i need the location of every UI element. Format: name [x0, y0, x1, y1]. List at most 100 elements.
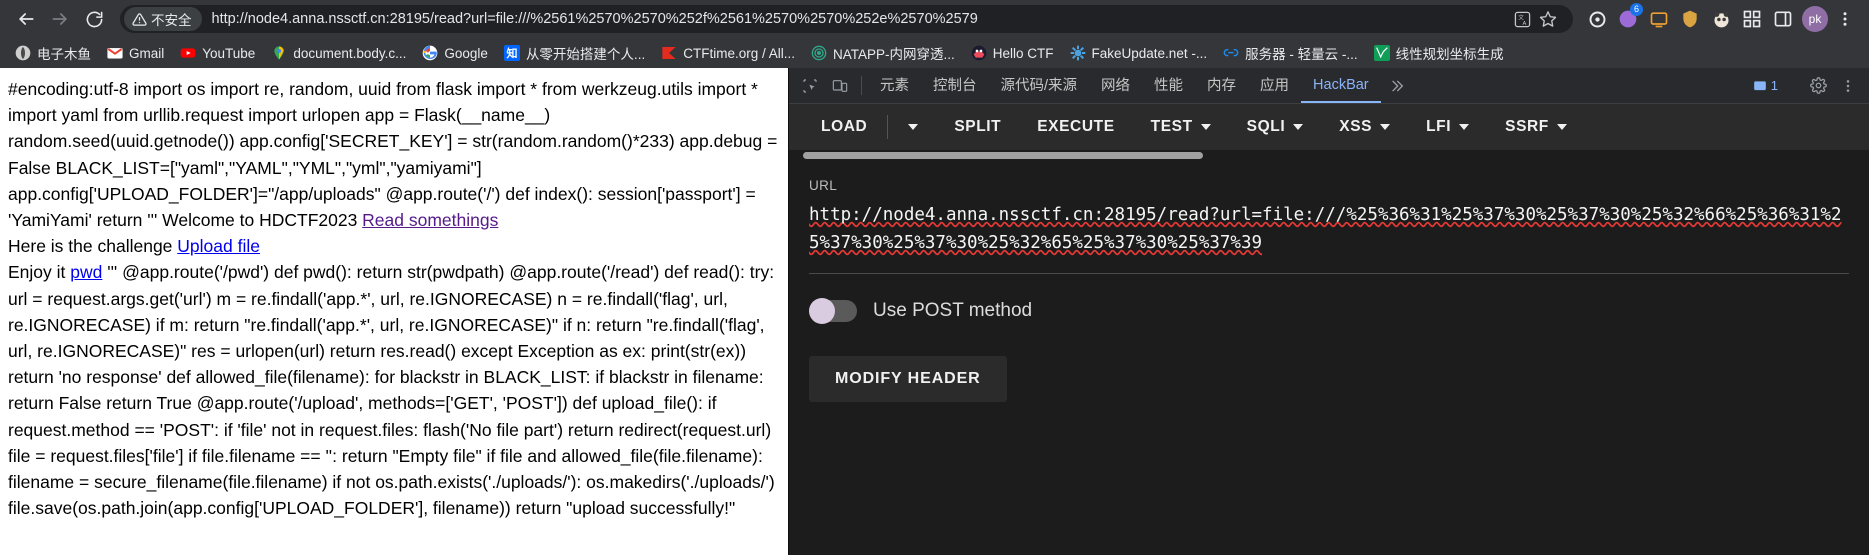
reload-button[interactable] [78, 3, 110, 35]
bookmark-label: Hello CTF [992, 45, 1054, 61]
web-page-view: #encoding:utf-8 import os import re, ran… [0, 68, 788, 555]
toggle-knob [809, 298, 835, 324]
arrow-right-icon [52, 13, 67, 25]
tab-sources[interactable]: 源代码/来源 [989, 68, 1090, 103]
chevron-down-icon [1200, 124, 1211, 130]
security-status-label: 不安全 [151, 13, 192, 28]
bookmark-label: FakeUpdate.net -... [1091, 45, 1208, 61]
bookmark-item[interactable]: FakeUpdate.net -... [1063, 42, 1215, 64]
tab-performance[interactable]: 性能 [1142, 68, 1195, 103]
device-toolbar-button[interactable] [825, 68, 855, 103]
chrome-menu-button[interactable] [1831, 5, 1859, 33]
read-somethings-link[interactable]: Read somethings [362, 210, 498, 230]
inspect-element-icon [803, 78, 817, 93]
hackbar-toolbar: LOAD SPLIT EXECUTE TEST SQLI XSS LFI SSR… [789, 104, 1869, 150]
more-tabs-button[interactable] [1381, 68, 1413, 103]
bookmark-item[interactable]: Hello CTF [964, 42, 1061, 64]
page-text-segment-3: Enjoy it [8, 262, 71, 283]
extension-panda-icon[interactable] [1707, 5, 1735, 33]
address-bar[interactable]: 不安全 http://node4.anna.nssctf.cn:28195/re… [120, 5, 1573, 33]
tab-hackbar[interactable]: HackBar [1301, 68, 1381, 103]
address-bar-url[interactable]: http://node4.anna.nssctf.cn:28195/read?u… [212, 11, 1510, 27]
bookmark-label: YouTube [202, 45, 256, 61]
hello-ctf-icon [971, 45, 987, 61]
use-post-method-label: Use POST method [873, 300, 1033, 321]
hackbar-url-input[interactable]: http://node4.anna.nssctf.cn:28195/read?u… [809, 201, 1849, 257]
bookmark-label: NATAPP-内网穿透... [832, 47, 955, 62]
globe-dark-icon [15, 45, 31, 61]
bookmark-label: Gmail [129, 45, 165, 61]
avatar[interactable]: pk [1802, 6, 1828, 32]
forward-button[interactable] [44, 3, 76, 35]
ctftime-flag-icon [661, 45, 677, 61]
hackbar-test-menu[interactable]: TEST [1133, 104, 1229, 150]
hackbar-sqli-menu[interactable]: SQLI [1229, 104, 1322, 150]
bookmark-star-button[interactable] [1535, 6, 1561, 32]
devtools-panel: 元素 控制台 源代码/来源 网络 性能 内存 应用 HackBar 1 LOAD… [788, 68, 1869, 555]
devtools-toolbar-right: 1 [1747, 68, 1869, 103]
translate-button[interactable]: 文 A [1509, 6, 1535, 32]
gear-icon [1809, 77, 1827, 94]
extension-shield-icon[interactable] [1676, 5, 1704, 33]
hackbar-ssrf-label: SSRF [1505, 118, 1549, 135]
devtools-message-count: 1 [1770, 78, 1778, 93]
hackbar-lfi-menu[interactable]: LFI [1408, 104, 1487, 150]
tab-application[interactable]: 应用 [1248, 68, 1301, 103]
message-icon [1753, 80, 1766, 90]
bookmark-item[interactable]: 电子木鱼 [8, 40, 98, 66]
bookmark-item[interactable]: 知 从零开始搭建个人... [497, 40, 652, 66]
bookmark-item[interactable]: Google [415, 42, 495, 64]
extension-ring-icon[interactable] [1583, 5, 1611, 33]
tab-network[interactable]: 网络 [1089, 68, 1142, 103]
bookmark-item[interactable]: document.body.c... [264, 42, 413, 64]
star-icon [1539, 11, 1557, 27]
bookmark-item[interactable]: 服务器 - 轻量云 -... [1216, 40, 1365, 66]
three-dots-icon [1843, 12, 1847, 26]
hackbar-ssrf-menu[interactable]: SSRF [1487, 104, 1585, 150]
extension-puzzle-icon[interactable]: 6 [1614, 3, 1643, 33]
side-panel-icon [1774, 11, 1792, 27]
hackbar-xss-menu[interactable]: XSS [1321, 104, 1408, 150]
security-status-chip[interactable]: 不安全 [124, 7, 202, 31]
bookmark-label: document.body.c... [293, 45, 407, 61]
tab-console[interactable]: 控制台 [921, 68, 989, 103]
hackbar-panel: LOAD SPLIT EXECUTE TEST SQLI XSS LFI SSR… [789, 104, 1869, 555]
use-post-method-toggle[interactable] [809, 298, 857, 324]
devtools-settings-button[interactable] [1805, 73, 1831, 99]
chevron-down-icon [1459, 124, 1470, 130]
bookmark-item[interactable]: Gmail [100, 42, 171, 64]
back-button[interactable] [10, 3, 42, 35]
extension-grid-icon[interactable] [1738, 5, 1766, 33]
hackbar-post-row: Use POST method [809, 298, 1849, 324]
bookmark-item[interactable]: YouTube [173, 42, 262, 64]
hackbar-execute-button[interactable]: EXECUTE [1019, 104, 1132, 150]
fakeupdate-gear-icon [1070, 45, 1086, 61]
hackbar-url-label: URL [809, 178, 838, 193]
content-row: #encoding:utf-8 import os import re, ran… [0, 68, 1869, 555]
hackbar-lfi-label: LFI [1426, 118, 1452, 135]
bookmark-item[interactable]: CTFtime.org / All... [654, 42, 802, 64]
hackbar-toolbar-scrollbar[interactable] [789, 150, 1869, 160]
hackbar-load-button[interactable]: LOAD [803, 104, 885, 150]
aliyun-icon [1223, 45, 1239, 61]
page-text-segment-2: Here is the challenge [8, 236, 178, 257]
devtools-message-counter[interactable]: 1 [1747, 78, 1784, 93]
maps-pin-icon [271, 45, 287, 61]
google-g-icon [422, 45, 438, 61]
extension-screen-icon[interactable] [1645, 5, 1673, 33]
modify-header-button[interactable]: MODIFY HEADER [809, 356, 1007, 402]
bookmark-label: 线性规划坐标生成 [1395, 47, 1504, 62]
extensions-area: 6 pk [1583, 3, 1859, 33]
bookmark-item[interactable]: NATAPP-内网穿透... [804, 40, 962, 66]
bookmark-item[interactable]: 线性规划坐标生成 [1367, 40, 1511, 66]
scrollbar-thumb[interactable] [803, 152, 1203, 159]
hackbar-load-dropdown-button[interactable] [890, 104, 936, 150]
side-panel-button[interactable] [1769, 5, 1797, 33]
upload-file-link[interactable]: Upload file [177, 236, 260, 256]
tab-elements[interactable]: 元素 [868, 68, 921, 103]
inspect-element-button[interactable] [795, 68, 825, 103]
tab-memory[interactable]: 内存 [1195, 68, 1248, 103]
pwd-link[interactable]: pwd [70, 262, 102, 282]
devtools-overflow-button[interactable] [1835, 73, 1861, 99]
hackbar-split-button[interactable]: SPLIT [936, 104, 1019, 150]
